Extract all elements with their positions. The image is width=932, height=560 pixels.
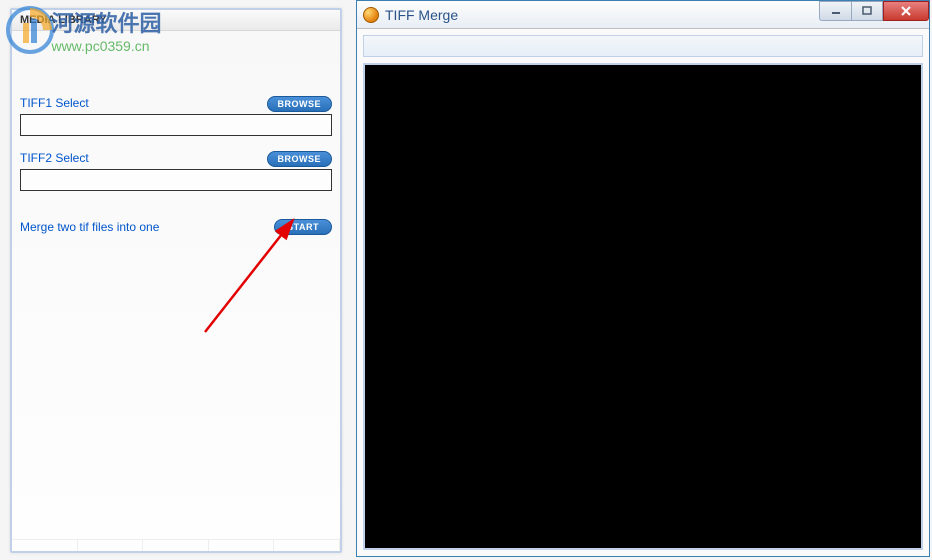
- app-icon: [363, 7, 379, 23]
- tiff1-browse-button[interactable]: BROWSE: [267, 96, 333, 112]
- close-button[interactable]: [883, 1, 929, 21]
- tiff2-label: TIFF2 Select: [20, 151, 89, 165]
- tiff2-input[interactable]: [20, 169, 332, 191]
- tiff1-label: TIFF1 Select: [20, 96, 89, 110]
- preview-area: [363, 63, 923, 550]
- start-button[interactable]: START: [274, 219, 332, 235]
- toolbar-strip: [363, 35, 923, 57]
- status-cell: [78, 540, 144, 551]
- titlebar[interactable]: TIFF Merge: [357, 1, 929, 29]
- status-cell: [209, 540, 275, 551]
- tiff-merge-window: TIFF Merge: [356, 0, 930, 557]
- media-library-header: MEDIA LIBRARY: [12, 10, 340, 31]
- status-cell: [274, 540, 340, 551]
- minimize-button[interactable]: [819, 1, 851, 21]
- status-cell: [12, 540, 78, 551]
- window-title: TIFF Merge: [385, 7, 819, 23]
- tiff1-input[interactable]: [20, 114, 332, 136]
- status-cell: [143, 540, 209, 551]
- merge-label: Merge two tif files into one: [20, 220, 159, 234]
- maximize-button[interactable]: [851, 1, 883, 21]
- media-library-panel: MEDIA LIBRARY TIFF1 Select BROWSE TIFF2 …: [10, 8, 342, 553]
- status-bar: [12, 539, 340, 551]
- tiff2-browse-button[interactable]: BROWSE: [267, 151, 333, 167]
